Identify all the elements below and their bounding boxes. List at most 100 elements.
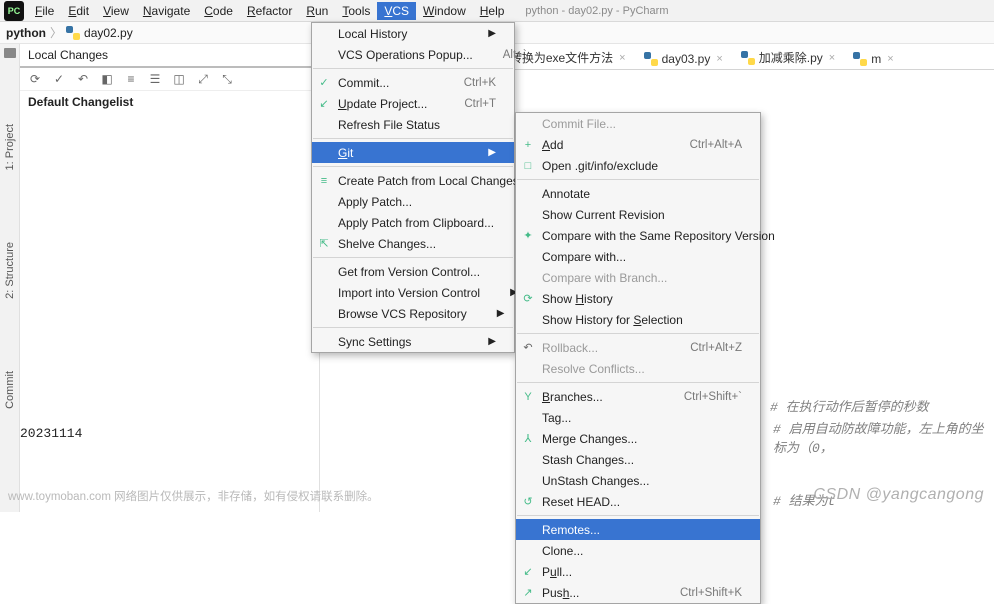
close-icon[interactable]: × [716, 53, 722, 65]
expand-icon[interactable]: ⤢ [196, 72, 210, 86]
editor-tab[interactable]: day03.py× [636, 47, 731, 69]
menu-file[interactable]: File [28, 2, 61, 20]
menu-item-icon: ↗ [521, 586, 535, 600]
menu-item-label: Commit File... [542, 117, 616, 131]
menu-item-label: Add [542, 138, 563, 152]
menu-item-icon: ↶ [521, 341, 535, 355]
menu-item[interactable]: Show Current Revision [516, 204, 760, 225]
menu-item-label: Remotes... [542, 523, 600, 537]
menu-item[interactable]: ≡Create Patch from Local Changes... [312, 170, 514, 191]
menu-item-label: Annotate [542, 187, 590, 201]
menu-item[interactable]: □Open .git/info/exclude [516, 155, 760, 176]
local-changes-panel: Local Changes ⟳ ✓ ↶ ◧ ≡ ☰ ◫ ⤢ ⤡ Default … [20, 44, 320, 512]
menu-item[interactable]: Tag... [516, 407, 760, 428]
menu-item-icon: ≡ [317, 174, 331, 188]
menu-item: Commit File... [516, 113, 760, 134]
changelist-icon[interactable]: ≡ [124, 72, 138, 86]
menu-item[interactable]: Apply Patch from Clipboard... [312, 212, 514, 233]
local-changes-header[interactable]: Local Changes [20, 44, 319, 68]
menu-item-label: Commit... [338, 76, 389, 90]
menu-vcs[interactable]: VCS [377, 2, 416, 20]
menu-view[interactable]: View [96, 2, 136, 20]
menu-item[interactable]: ⇱Shelve Changes... [312, 233, 514, 254]
menu-item[interactable]: Import into Version Control▶ [312, 282, 514, 303]
menu-item[interactable]: Remotes... [516, 519, 760, 540]
menu-edit[interactable]: Edit [61, 2, 96, 20]
menu-item-icon: ✦ [521, 229, 535, 243]
menu-item[interactable]: Sync Settings▶ [312, 331, 514, 352]
menu-refactor[interactable]: Refactor [240, 2, 299, 20]
menu-item-label: Reset HEAD... [542, 495, 620, 509]
menu-run[interactable]: Run [299, 2, 335, 20]
menu-item[interactable]: UnStash Changes... [516, 470, 760, 491]
menu-code[interactable]: Code [197, 2, 240, 20]
menu-item-label: Shelve Changes... [338, 237, 436, 251]
menu-item[interactable]: Compare with... [516, 246, 760, 267]
menu-item-icon: Y [521, 390, 535, 404]
menu-item-label: Get from Version Control... [338, 265, 480, 279]
menu-item[interactable]: Annotate [516, 183, 760, 204]
local-changes-toolbar: ⟳ ✓ ↶ ◧ ≡ ☰ ◫ ⤢ ⤡ [20, 68, 319, 91]
menu-item[interactable]: Apply Patch... [312, 191, 514, 212]
editor-tab[interactable]: 加减乘除.py× [733, 44, 843, 69]
crumb-root[interactable]: python [6, 26, 46, 40]
menu-item[interactable]: Show History for Selection [516, 309, 760, 330]
menu-item-label: Merge Changes... [542, 432, 637, 446]
diff-icon[interactable]: ◧ [100, 72, 114, 86]
menu-item-label: Browse VCS Repository [338, 307, 467, 321]
menu-item-label: Import into Version Control [338, 286, 480, 300]
menu-window[interactable]: Window [416, 2, 473, 20]
menu-item[interactable]: ✓Commit...Ctrl+K [312, 72, 514, 93]
menu-help[interactable]: Help [473, 2, 512, 20]
menu-item[interactable]: VCS Operations Popup...Alt+` [312, 44, 514, 65]
editor-tab[interactable]: m× [845, 47, 901, 69]
refresh-icon[interactable]: ⟳ [28, 72, 42, 86]
sidebar-tab-project[interactable]: 1: Project [4, 118, 16, 176]
close-icon[interactable]: × [829, 52, 835, 64]
menu-item-label: Resolve Conflicts... [542, 362, 645, 376]
close-icon[interactable]: × [619, 52, 625, 64]
menu-item[interactable]: ↺ Reset HEAD... [516, 491, 760, 512]
menu-item-label: Show Current Revision [542, 208, 665, 222]
menu-item[interactable]: Stash Changes... [516, 449, 760, 470]
collapse-icon[interactable]: ⤡ [220, 72, 234, 86]
crumb-file[interactable]: day02.py [84, 26, 133, 40]
python-file-icon [66, 26, 80, 40]
sidebar-tab-commit[interactable]: Commit [4, 365, 16, 415]
menu-item[interactable]: +AddCtrl+Alt+A [516, 134, 760, 155]
project-view-icon[interactable] [4, 48, 16, 58]
menu-item[interactable]: ↗Push...Ctrl+Shift+K [516, 582, 760, 603]
menu-item[interactable]: ⅄ Merge Changes... [516, 428, 760, 449]
menu-item[interactable]: ⟳Show History [516, 288, 760, 309]
menu-item[interactable]: YBranches...Ctrl+Shift+` [516, 386, 760, 407]
menu-item-icon: ✓ [317, 76, 331, 90]
menu-item[interactable]: Local History▶ [312, 23, 514, 44]
menu-item-label: Compare with the Same Repository Version [542, 229, 775, 243]
menu-item[interactable]: Refresh File Status [312, 114, 514, 135]
close-icon[interactable]: × [887, 53, 893, 65]
menu-item-icon: ⟳ [521, 292, 535, 306]
menu-item[interactable]: Git▶ [312, 142, 514, 163]
menu-item[interactable]: Browse VCS Repository▶ [312, 303, 514, 324]
group-icon[interactable]: ◫ [172, 72, 186, 86]
menu-item[interactable]: ✦Compare with the Same Repository Versio… [516, 225, 760, 246]
menu-shortcut: Ctrl+Shift+K [650, 587, 742, 599]
menu-item-icon: ↙ [317, 97, 331, 111]
menu-item[interactable]: ↙Pull... [516, 561, 760, 582]
menu-separator [313, 257, 513, 258]
menu-navigate[interactable]: Navigate [136, 2, 197, 20]
default-changelist[interactable]: Default Changelist [20, 91, 319, 113]
submenu-arrow-icon: ▶ [458, 336, 496, 347]
menu-item[interactable]: Clone... [516, 540, 760, 561]
menu-item[interactable]: Get from Version Control... [312, 261, 514, 282]
menu-item-label: Refresh File Status [338, 118, 440, 132]
rollback-icon[interactable]: ↶ [76, 72, 90, 86]
commit-icon[interactable]: ✓ [52, 72, 66, 86]
shelf-icon[interactable]: ☰ [148, 72, 162, 86]
menu-item-icon: ⅄ [521, 432, 535, 446]
menu-tools[interactable]: Tools [335, 2, 377, 20]
menu-separator [313, 138, 513, 139]
menu-item[interactable]: ↙Update Project...Ctrl+T [312, 93, 514, 114]
sidebar-tab-structure[interactable]: 2: Structure [4, 236, 16, 305]
menu-item-icon: ↺ [521, 495, 535, 509]
